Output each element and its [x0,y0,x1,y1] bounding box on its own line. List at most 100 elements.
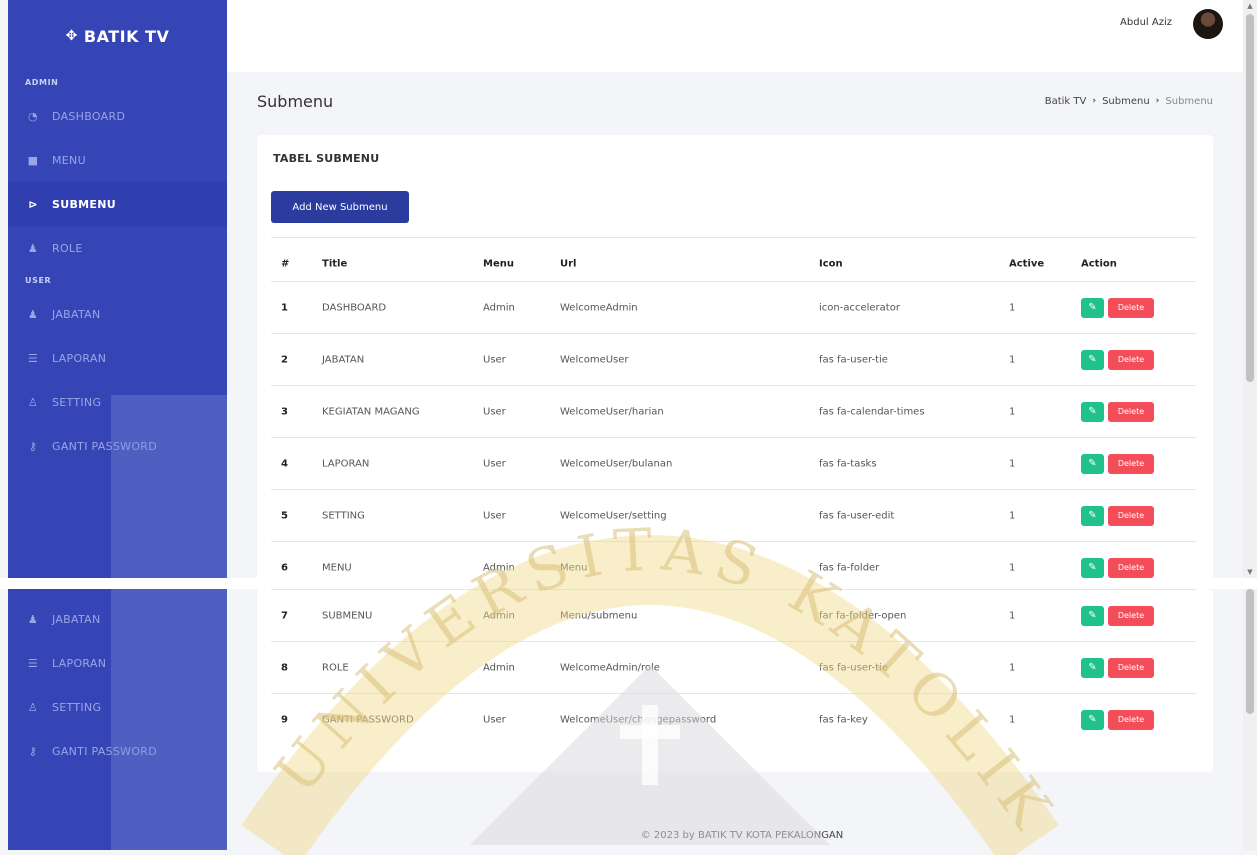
cell-action: ✎ Delete [1081,350,1154,370]
edit-icon[interactable]: ✎ [1081,710,1104,730]
edit-icon[interactable]: ✎ [1081,558,1104,578]
sidebar-item-submenu[interactable]: ⊳ SUBMENU [8,182,227,226]
crosshair-icon: ✥ [65,28,78,44]
sidebar-item-laporan[interactable]: ☰ LAPORAN [8,336,227,380]
delete-button[interactable]: Delete [1108,658,1154,678]
delete-button[interactable]: Delete [1108,558,1154,578]
user-edit-icon: ♙ [27,700,39,714]
edit-icon[interactable]: ✎ [1081,506,1104,526]
cell-title: GANTI PASSWORD [322,714,414,726]
table-row: 1 DASHBOARD Admin WelcomeAdmin icon-accelera… [271,281,1196,334]
scroll-down-icon[interactable]: ▼ [1243,568,1257,576]
topbar: Abdul Aziz [227,0,1243,72]
cell-title: SUBMENU [322,610,373,622]
sidebar: ♟ JABATAN ☰ LAPORAN ♙ SETTING ⚷ GANTI PA… [8,589,227,850]
cell-icon: fas fa-calendar-times [819,406,925,418]
scrollbar[interactable] [1243,589,1257,850]
screenshot-divider [0,578,1257,589]
delete-button[interactable]: Delete [1108,506,1154,526]
add-new-submenu-button[interactable]: Add New Submenu [271,191,409,223]
cell-active: 1 [1009,354,1016,366]
column-header: Icon [819,258,843,270]
cell-no: 1 [281,302,288,314]
sidebar-item-label: LAPORAN [52,351,107,365]
screen-bottom-view: ♟ JABATAN ☰ LAPORAN ♙ SETTING ⚷ GANTI PA… [0,589,1257,850]
brand[interactable]: ✥ BATIK TV [8,0,227,72]
edit-icon[interactable]: ✎ [1081,350,1104,370]
cell-title: ROLE [322,662,349,674]
cell-action: ✎ Delete [1081,558,1154,578]
page-header: Submenu Batik TV › Submenu › Submenu [257,90,1217,120]
sidebar-item-label: JABATAN [52,307,101,321]
edit-icon[interactable]: ✎ [1081,298,1104,318]
cell-title: SETTING [322,510,365,522]
sidebar-item-label: JABATAN [52,612,101,626]
cell-action: ✎ Delete [1081,506,1154,526]
sidebar-item-setting[interactable]: ♙ SETTING [8,685,227,729]
cell-menu: Admin [483,610,515,622]
cell-url: WelcomeUser [560,354,629,366]
delete-button[interactable]: Delete [1108,710,1154,730]
table-row: 3 KEGIATAN MAGANG User WelcomeUser/harian fa… [271,385,1196,438]
user-tie-icon: ♟ [27,307,39,321]
cell-no: 2 [281,354,288,366]
table-row: 6 MENU Admin Menu fas fa-folder 1 ✎ Delete [271,541,1196,578]
edit-icon[interactable]: ✎ [1081,606,1104,626]
sidebar-item-jabatan[interactable]: ♟ JABATAN [8,292,227,336]
sidebar-item-label: SETTING [52,700,102,714]
folder-open-icon: ⊳ [28,197,38,211]
cell-active: 1 [1009,714,1016,726]
scrollbar-thumb[interactable] [1246,14,1254,382]
cell-url: Menu [560,562,588,574]
cell-url: WelcomeUser/changepassword [560,714,717,726]
sidebar-item-label: SUBMENU [52,197,116,211]
cell-action: ✎ Delete [1081,658,1154,678]
delete-button[interactable]: Delete [1108,402,1154,422]
cell-url: WelcomeUser/harian [560,406,664,418]
edit-icon[interactable]: ✎ [1081,658,1104,678]
cell-active: 1 [1009,302,1016,314]
breadcrumb-item[interactable]: Batik TV [1045,96,1087,107]
sidebar-item-label: ROLE [52,241,83,255]
delete-button[interactable]: Delete [1108,606,1154,626]
screen-top-view: ✥ BATIK TV ADMIN ◔ DASHBOARD ■ MENU ⊳ SU… [0,0,1257,578]
cell-menu: Admin [483,562,515,574]
cell-title: LAPORAN [322,458,370,470]
sidebar-item-dashboard[interactable]: ◔ DASHBOARD [8,94,227,138]
user-edit-icon: ♙ [27,395,39,409]
delete-button[interactable]: Delete [1108,350,1154,370]
sidebar-item-jabatan[interactable]: ♟ JABATAN [8,597,227,641]
user-name[interactable]: Abdul Aziz [1120,17,1172,28]
sidebar-section-user: USER [25,276,52,285]
edit-icon[interactable]: ✎ [1081,402,1104,422]
table-row: 7 SUBMENU Admin Menu/submenu far fa-folder-o… [271,589,1196,642]
sidebar-item-ganti-password[interactable]: ⚷ GANTI PASSWORD [8,424,227,468]
sidebar-item-ganti-password[interactable]: ⚷ GANTI PASSWORD [8,729,227,773]
cell-no: 5 [281,510,288,522]
scrollbar[interactable]: ▲ ▼ [1243,0,1257,578]
sidebar-item-menu[interactable]: ■ MENU [8,138,227,182]
breadcrumb-item[interactable]: Submenu [1102,96,1150,107]
edit-icon[interactable]: ✎ [1081,454,1104,474]
delete-button[interactable]: Delete [1108,298,1154,318]
cell-menu: Admin [483,662,515,674]
sidebar-item-setting[interactable]: ♙ SETTING [8,380,227,424]
key-icon: ⚷ [28,744,38,758]
cell-menu: User [483,510,506,522]
sidebar-item-label: DASHBOARD [52,109,126,123]
cell-active: 1 [1009,458,1016,470]
scrollbar-thumb[interactable] [1246,589,1254,714]
column-header: # [281,258,290,270]
sidebar-item-laporan[interactable]: ☰ LAPORAN [8,641,227,685]
delete-button[interactable]: Delete [1108,454,1154,474]
avatar[interactable] [1193,9,1223,39]
scroll-up-icon[interactable]: ▲ [1243,2,1257,10]
cell-url: WelcomeAdmin [560,302,638,314]
cell-icon: fas fa-user-tie [819,662,888,674]
user-tie-icon: ♟ [27,612,39,626]
cell-url: Menu/submenu [560,610,638,622]
folder-icon: ■ [27,153,39,167]
sidebar-item-role[interactable]: ♟ ROLE [8,226,227,270]
breadcrumb: Batik TV › Submenu › Submenu [1045,96,1213,107]
tasks-icon: ☰ [27,351,39,365]
